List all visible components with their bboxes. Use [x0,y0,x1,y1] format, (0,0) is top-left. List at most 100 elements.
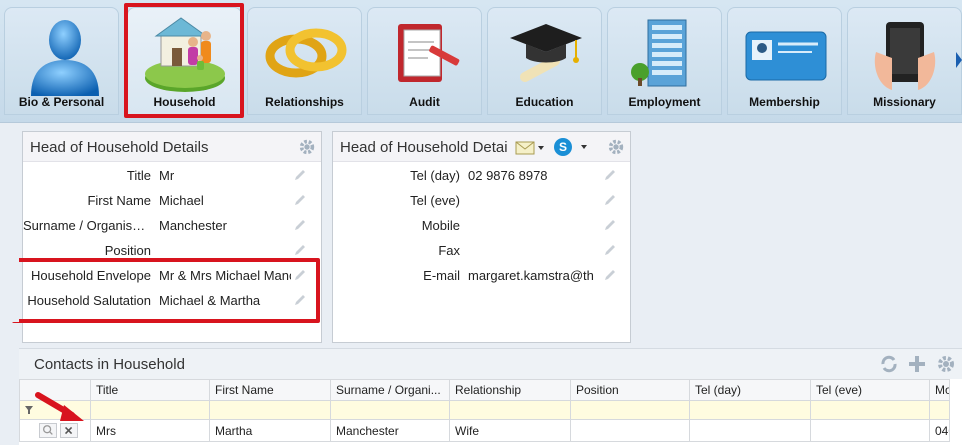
tab-label: Bio & Personal [18,95,105,109]
field-label: Fax [438,243,460,258]
field-email: E-mail margaret.kamstra@th [333,263,630,288]
cell-title: Mrs [90,419,210,442]
field-value[interactable]: Mr [159,168,291,183]
email-icon[interactable] [515,139,545,155]
column-header[interactable]: Mobi [929,379,950,401]
filter-cell[interactable] [689,400,811,420]
field-value[interactable]: Manchester [159,218,291,233]
panel-title: Head of Household Details [30,139,209,156]
pencil-icon[interactable] [293,243,307,257]
tab-label: Missionary [873,95,936,109]
column-header[interactable]: Tel (day) [689,379,811,401]
gear-icon[interactable] [607,138,625,156]
tab-membership[interactable]: Membership [727,7,842,115]
tab-audit[interactable]: Audit [367,7,482,115]
field-value[interactable]: Michael & Martha [159,293,291,308]
pencil-icon[interactable] [603,243,617,257]
pencil-icon[interactable] [293,168,307,182]
field-value[interactable]: 02 9876 8978 [468,168,600,183]
cell-surname: Manchester [330,419,450,442]
office-building-icon [631,19,687,87]
tab-bio-personal[interactable]: Bio & Personal [4,7,119,115]
filter-cell[interactable] [570,400,690,420]
field-label: Tel (day) [410,168,460,183]
field-label: First Name [87,193,151,208]
column-header[interactable]: Tel (eve) [810,379,930,401]
field-household-salutation: Household Salutation Michael & Martha [23,288,321,313]
cell-first-name: Martha [209,419,331,442]
household-icon [145,17,225,92]
view-icon[interactable] [39,423,57,439]
field-label: Mobile [421,218,460,233]
filter-cell[interactable] [449,400,571,420]
column-header[interactable]: First Name [209,379,331,401]
filter-cell[interactable] [90,400,210,420]
grid-filter-row [19,400,950,420]
field-value[interactable]: margaret.kamstra@th [468,268,600,283]
audit-clipboard-icon [398,24,460,82]
filter-icon[interactable] [25,406,33,414]
panel-header: Head of Household Details [23,132,321,162]
gear-icon[interactable] [298,138,316,156]
module-tab-strip: Bio & Personal Household Relationships A… [0,0,962,123]
table-row[interactable]: Mrs Martha Manchester Wife 0409 [19,419,950,442]
field-value[interactable]: Mr & Mrs Michael Manchester [159,268,291,283]
filter-cell[interactable] [810,400,930,420]
pencil-icon[interactable] [293,218,307,232]
field-fax: Fax [333,238,630,263]
panel-header: Head of Household Details S [333,132,630,162]
field-first-name: First Name Michael [23,188,321,213]
pencil-icon[interactable] [293,293,307,307]
household-contact-panel: Head of Household Details S Tel (day) 02… [332,131,631,343]
tab-label: Membership [749,95,820,109]
skype-icon[interactable]: S [553,138,589,156]
pencil-icon[interactable] [603,193,617,207]
field-position: Position [23,238,321,263]
column-header[interactable]: Position [570,379,690,401]
field-value[interactable]: Michael [159,193,291,208]
contacts-in-household-panel: Contacts in Household Title First Name S… [19,348,962,445]
pencil-icon[interactable] [293,268,307,282]
pencil-icon[interactable] [603,218,617,232]
cell-mobile: 0409 [929,419,950,442]
column-header[interactable]: Title [90,379,210,401]
remove-icon[interactable] [60,423,78,439]
tab-label: Household [153,95,216,109]
filter-cell[interactable] [929,400,950,420]
refresh-icon[interactable] [879,355,899,373]
gear-icon[interactable] [936,355,956,373]
pencil-icon[interactable] [603,168,617,182]
tab-label: Relationships [265,95,344,109]
household-details-panel: Head of Household Details Title Mr First… [22,131,322,343]
hands-tablet-icon [874,22,936,90]
tab-label: Education [515,95,574,109]
tab-missionary[interactable]: Missionary [847,7,962,115]
field-tel-eve: Tel (eve) [333,188,630,213]
column-header[interactable]: Surname / Organi... [330,379,450,401]
rings-icon [265,28,347,78]
tab-education[interactable]: Education [487,7,602,115]
filter-cell[interactable] [209,400,331,420]
left-gutter [0,225,19,322]
pencil-icon[interactable] [293,193,307,207]
add-icon[interactable] [907,355,927,373]
scroll-right-icon[interactable] [956,52,962,68]
field-label: Position [104,243,151,258]
field-household-envelope: Household Envelope Mr & Mrs Michael Manc… [23,263,321,288]
tab-relationships[interactable]: Relationships [247,7,362,115]
field-label: Surname / Organisation [23,218,151,233]
panel-header: Contacts in Household [19,349,962,379]
field-label: Tel (eve) [410,193,460,208]
tab-label: Audit [409,95,440,109]
cell-tel-eve [810,419,930,442]
filter-cell[interactable] [330,400,450,420]
pencil-icon[interactable] [603,268,617,282]
field-title: Title Mr [23,163,321,188]
column-header[interactable]: Relationship [449,379,571,401]
tab-employment[interactable]: Employment [607,7,722,115]
panel-title: Head of Household Details [340,139,508,156]
tab-label: Employment [628,95,701,109]
cell-tel-day [689,419,811,442]
annotation-arrow-icon [35,392,84,421]
tab-household[interactable]: Household [127,7,242,115]
